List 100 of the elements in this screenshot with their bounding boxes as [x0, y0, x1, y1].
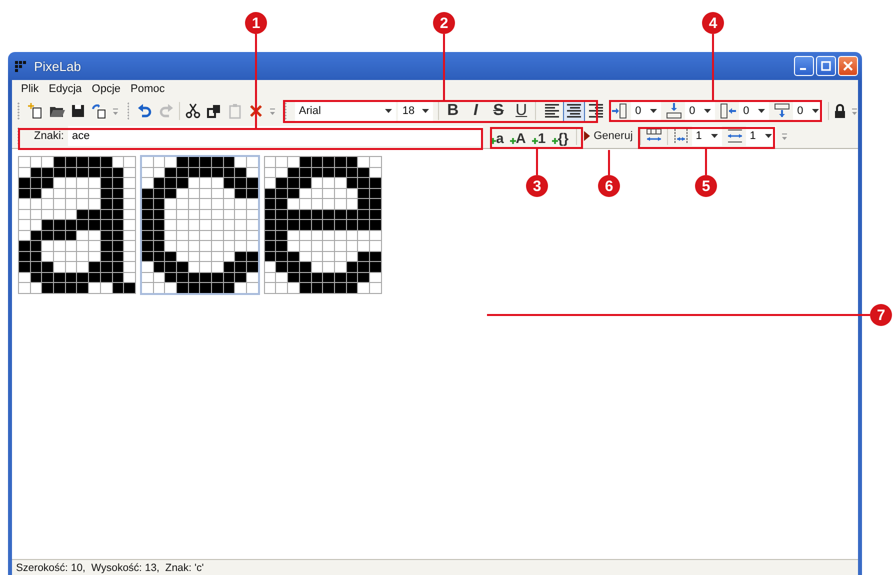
spacing-top-icon[interactable]	[666, 102, 682, 118]
pixel-cell[interactable]	[224, 220, 234, 230]
pixel-cell[interactable]	[288, 272, 299, 282]
pixel-cell[interactable]	[154, 157, 164, 166]
pixel-cell[interactable]	[54, 283, 65, 292]
insert-button[interactable]: A	[508, 126, 528, 146]
spacing-field[interactable]: 0	[631, 100, 662, 120]
pixel-cell[interactable]	[89, 210, 100, 219]
pixel-cell[interactable]	[358, 168, 369, 177]
pixel-cell[interactable]	[176, 178, 188, 188]
pixel-cell[interactable]	[165, 283, 176, 292]
pixel-cell[interactable]	[264, 168, 276, 177]
pixel-cell[interactable]	[77, 283, 88, 292]
save-icon[interactable]	[70, 102, 86, 118]
pixel-cell[interactable]	[124, 157, 135, 166]
bold-button[interactable]: B	[444, 100, 462, 122]
pixel-cell[interactable]	[247, 230, 258, 240]
pixel-cell[interactable]	[300, 241, 310, 250]
pixel-cell[interactable]	[154, 283, 164, 292]
glyph-grid[interactable]	[140, 155, 260, 294]
pixel-cell[interactable]	[323, 230, 334, 240]
pixel-cell[interactable]	[30, 210, 42, 219]
maximize-button[interactable]	[816, 56, 836, 76]
pixel-cell[interactable]	[54, 252, 65, 261]
pixel-cell[interactable]	[142, 178, 153, 188]
spacing-field[interactable]: 1	[692, 126, 722, 146]
pixel-cell[interactable]	[154, 230, 164, 240]
spacing-field[interactable]: 0	[685, 100, 716, 120]
pixel-cell[interactable]	[42, 188, 54, 198]
pixel-cell[interactable]	[89, 188, 100, 198]
pixel-cell[interactable]	[224, 252, 234, 261]
pixel-cell[interactable]	[276, 272, 288, 282]
pixel-cell[interactable]	[66, 241, 76, 250]
pixel-cell[interactable]	[224, 283, 234, 292]
pixel-cell[interactable]	[358, 252, 369, 261]
pixel-cell[interactable]	[19, 283, 30, 292]
pixel-cell[interactable]	[312, 210, 322, 219]
pixel-cell[interactable]	[142, 157, 153, 166]
pixel-cell[interactable]	[19, 199, 30, 208]
pixel-cell[interactable]	[358, 272, 369, 282]
pixel-cell[interactable]	[89, 178, 100, 188]
pixel-cell[interactable]	[358, 262, 369, 272]
pixel-cell[interactable]	[312, 178, 322, 188]
pixel-cell[interactable]	[300, 220, 310, 230]
pixel-cell[interactable]	[100, 283, 112, 292]
pixel-cell[interactable]	[124, 230, 135, 240]
pixel-cell[interactable]	[212, 230, 223, 240]
pixel-cell[interactable]	[264, 252, 276, 261]
pixel-cell[interactable]	[100, 272, 112, 282]
pixel-cell[interactable]	[19, 241, 30, 250]
pixel-cell[interactable]	[77, 188, 88, 198]
pixel-cell[interactable]	[346, 188, 358, 198]
pixel-cell[interactable]	[323, 272, 334, 282]
pixel-cell[interactable]	[264, 188, 276, 198]
pixel-cell[interactable]	[154, 220, 164, 230]
pixel-cell[interactable]	[312, 241, 322, 250]
pixel-cell[interactable]	[300, 210, 310, 219]
pixel-cell[interactable]	[124, 241, 135, 250]
pixel-cell[interactable]	[264, 210, 276, 219]
pixel-cell[interactable]	[188, 178, 200, 188]
pixel-cell[interactable]	[165, 178, 176, 188]
pixel-cell[interactable]	[247, 283, 258, 292]
pixel-cell[interactable]	[188, 199, 200, 208]
pixel-cell[interactable]	[19, 272, 30, 282]
pixel-cell[interactable]	[30, 252, 42, 261]
pixel-cell[interactable]	[188, 188, 200, 198]
pixel-cell[interactable]	[370, 188, 381, 198]
pixel-cell[interactable]	[247, 168, 258, 177]
pixel-cell[interactable]	[89, 168, 100, 177]
pixel-cell[interactable]	[212, 168, 223, 177]
pixel-cell[interactable]	[323, 252, 334, 261]
pixel-cell[interactable]	[334, 178, 346, 188]
glyph-grid[interactable]	[264, 156, 382, 294]
pixel-cell[interactable]	[200, 168, 211, 177]
pixel-cell[interactable]	[212, 272, 223, 282]
pixel-cell[interactable]	[334, 199, 346, 208]
pixel-cell[interactable]	[346, 241, 358, 250]
pixel-cell[interactable]	[188, 220, 200, 230]
pixel-cell[interactable]	[154, 252, 164, 261]
pixel-cell[interactable]	[154, 188, 164, 198]
pixel-cell[interactable]	[247, 262, 258, 272]
char-spacing-icon[interactable]	[672, 128, 689, 144]
pixel-cell[interactable]	[235, 272, 246, 282]
pixel-cell[interactable]	[112, 252, 124, 261]
pixel-cell[interactable]	[276, 230, 288, 240]
pixel-cell[interactable]	[312, 252, 322, 261]
pixel-cell[interactable]	[346, 168, 358, 177]
pixel-cell[interactable]	[112, 199, 124, 208]
pixel-cell[interactable]	[224, 168, 234, 177]
pixel-cell[interactable]	[77, 168, 88, 177]
pixel-cell[interactable]	[300, 188, 310, 198]
pixel-cell[interactable]	[370, 220, 381, 230]
pixel-cell[interactable]	[323, 157, 334, 166]
pixel-cell[interactable]	[312, 230, 322, 240]
pixel-cell[interactable]	[312, 262, 322, 272]
pixel-cell[interactable]	[235, 188, 246, 198]
pixel-cell[interactable]	[30, 168, 42, 177]
pixel-cell[interactable]	[30, 178, 42, 188]
pixel-cell[interactable]	[165, 188, 176, 198]
pixel-cell[interactable]	[358, 283, 369, 292]
